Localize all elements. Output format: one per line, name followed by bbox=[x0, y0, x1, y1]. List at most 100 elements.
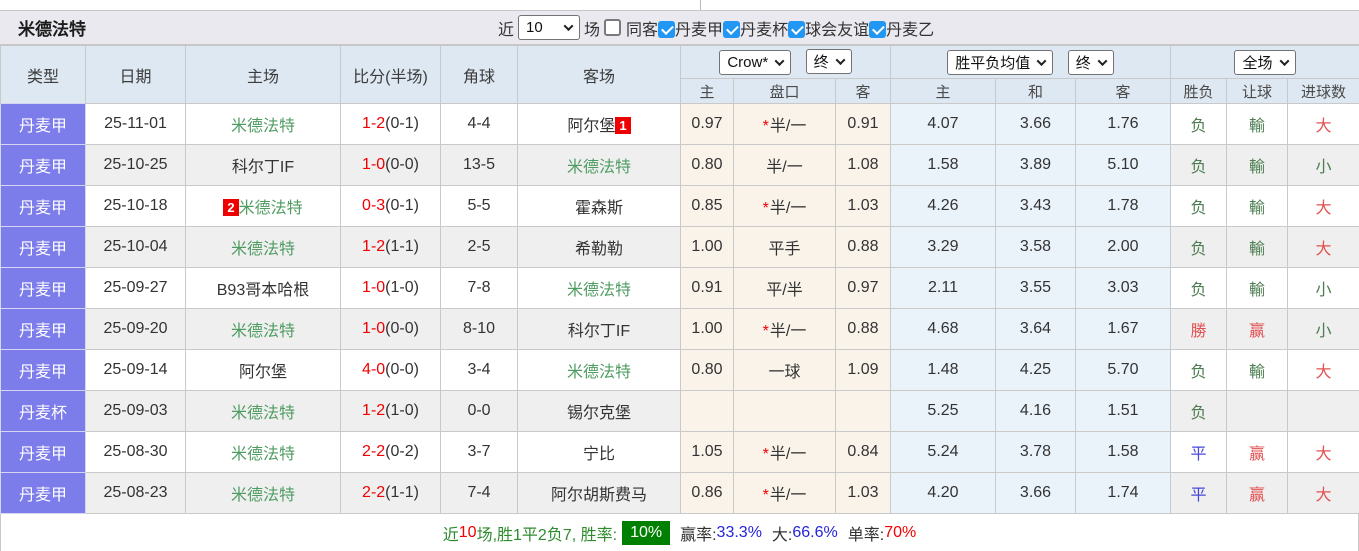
team-name: 希勒勒 bbox=[575, 241, 623, 258]
score-cell: 1-2(1-1) bbox=[341, 227, 441, 268]
result-text: 负 bbox=[1190, 405, 1206, 422]
avg-draw-cell: 4.25 bbox=[996, 350, 1076, 391]
halftime-score: (0-0) bbox=[385, 361, 419, 378]
league-checkbox-1[interactable] bbox=[723, 21, 740, 38]
result-text: 大 bbox=[1315, 241, 1331, 258]
handicap-result-cell: 輸 bbox=[1227, 104, 1288, 145]
result-text: 輸 bbox=[1249, 159, 1265, 176]
scope-select[interactable]: 全场 bbox=[1234, 50, 1295, 75]
goals-cell: 大 bbox=[1288, 104, 1359, 145]
avg-home-cell: 4.07 bbox=[891, 104, 996, 145]
fulltime-score: 2-2 bbox=[362, 484, 385, 501]
result-text: 大 bbox=[1315, 200, 1331, 217]
home-odds-cell: 1.00 bbox=[681, 309, 734, 350]
handicap-result-cell: 輸 bbox=[1227, 145, 1288, 186]
home-team-cell: 米德法特 bbox=[186, 104, 341, 145]
result-text: 负 bbox=[1190, 118, 1206, 135]
result-text: 赢 bbox=[1249, 487, 1265, 504]
win-rate-badge: 10% bbox=[622, 521, 670, 545]
away-team-cell: 锡尔克堡 bbox=[518, 391, 681, 432]
match-count-select[interactable]: 10 bbox=[518, 15, 580, 40]
handicap-cell: 平/半 bbox=[734, 268, 836, 309]
league-label-2: 球会友谊 bbox=[805, 22, 869, 39]
away-team-cell: 宁比 bbox=[518, 432, 681, 473]
result-text: 小 bbox=[1315, 159, 1331, 176]
subheader-avg-home: 主 bbox=[891, 79, 996, 104]
away-team-cell: 米德法特 bbox=[518, 145, 681, 186]
avg-home-cell: 2.11 bbox=[891, 268, 996, 309]
team-name: 米德法特 bbox=[567, 364, 631, 381]
team-title: 米德法特 bbox=[18, 15, 86, 40]
goals-cell bbox=[1288, 391, 1359, 432]
result-cell: 负 bbox=[1171, 145, 1227, 186]
result-text: 輸 bbox=[1249, 241, 1265, 258]
league-checkbox-3[interactable] bbox=[869, 21, 886, 38]
top-strip-divider bbox=[700, 0, 701, 10]
date-cell: 25-10-25 bbox=[86, 145, 186, 186]
away-odds-cell: 0.91 bbox=[836, 104, 891, 145]
subheader-goals: 进球数 bbox=[1288, 79, 1359, 104]
avg-home-cell: 1.58 bbox=[891, 145, 996, 186]
home-team-cell: 米德法特 bbox=[186, 432, 341, 473]
avg-draw-cell: 3.66 bbox=[996, 473, 1076, 514]
fulltime-score: 2-2 bbox=[362, 443, 385, 460]
odds-company-select[interactable]: Crow* bbox=[719, 50, 791, 75]
league-type-cell: 丹麦甲 bbox=[1, 145, 86, 186]
match-row: 丹麦甲25-11-01米德法特1-2(0-1)4-4阿尔堡10.97*半/一0.… bbox=[1, 104, 1359, 145]
result-text: 大 bbox=[1315, 487, 1331, 504]
same-away-label: 同客 bbox=[626, 16, 658, 40]
away-team-cell: 米德法特 bbox=[518, 350, 681, 391]
score-cell: 2-2(0-2) bbox=[341, 432, 441, 473]
fulltime-score: 1-2 bbox=[362, 238, 385, 255]
subheader-handicap-result: 让球 bbox=[1227, 79, 1288, 104]
home-odds-cell: 0.91 bbox=[681, 268, 734, 309]
same-away-checkbox[interactable] bbox=[604, 19, 621, 36]
subheader-result: 胜负 bbox=[1171, 79, 1227, 104]
league-checkbox-2[interactable] bbox=[788, 21, 805, 38]
halftime-score: (0-0) bbox=[385, 156, 419, 173]
goals-cell: 小 bbox=[1288, 309, 1359, 350]
league-type-cell: 丹麦甲 bbox=[1, 309, 86, 350]
home-odds-cell: 0.85 bbox=[681, 186, 734, 227]
corners-cell: 0-0 bbox=[441, 391, 518, 432]
chevron-down-icon bbox=[835, 55, 845, 65]
handicap-result-cell: 輸 bbox=[1227, 268, 1288, 309]
average-stage-select[interactable]: 终 bbox=[1068, 50, 1114, 75]
corners-cell: 5-5 bbox=[441, 186, 518, 227]
team-name: 锡尔克堡 bbox=[567, 405, 631, 422]
avg-away-cell: 3.03 bbox=[1076, 268, 1171, 309]
league-type-cell: 丹麦甲 bbox=[1, 104, 86, 145]
big-label: 大: bbox=[772, 521, 792, 545]
subheader-avg-away: 客 bbox=[1076, 79, 1171, 104]
away-odds-cell: 1.08 bbox=[836, 145, 891, 186]
date-cell: 25-09-27 bbox=[86, 268, 186, 309]
result-cell: 负 bbox=[1171, 350, 1227, 391]
handicap-cell: 半/一 bbox=[734, 145, 836, 186]
odds-stage-select[interactable]: 终 bbox=[806, 49, 852, 74]
result-text: 赢 bbox=[1249, 323, 1265, 340]
profit-value: 33.3% bbox=[717, 524, 762, 542]
handicap-result-cell: 赢 bbox=[1227, 432, 1288, 473]
col-header-away: 客场 bbox=[518, 46, 681, 104]
avg-home-cell: 4.26 bbox=[891, 186, 996, 227]
goals-cell: 小 bbox=[1288, 145, 1359, 186]
away-team-cell: 霍森斯 bbox=[518, 186, 681, 227]
home-team-cell: 阿尔堡 bbox=[186, 350, 341, 391]
handicap-cell: *半/一 bbox=[734, 104, 836, 145]
home-odds-cell: 0.80 bbox=[681, 350, 734, 391]
avg-draw-cell: 3.58 bbox=[996, 227, 1076, 268]
away-odds-cell bbox=[836, 391, 891, 432]
big-value: 66.6% bbox=[792, 524, 837, 542]
result-text: 大 bbox=[1315, 118, 1331, 135]
handicap-star: * bbox=[763, 200, 769, 217]
league-checkbox-0[interactable] bbox=[658, 21, 675, 38]
match-row: 丹麦甲25-10-04米德法特1-2(1-1)2-5希勒勒1.00平手0.883… bbox=[1, 227, 1359, 268]
score-cell: 0-3(0-1) bbox=[341, 186, 441, 227]
average-type-select[interactable]: 胜平负均值 bbox=[947, 50, 1053, 75]
home-odds-cell: 1.00 bbox=[681, 227, 734, 268]
fulltime-score: 0-3 bbox=[362, 197, 385, 214]
near-label: 近 bbox=[498, 16, 514, 40]
home-team-cell: 科尔丁IF bbox=[186, 145, 341, 186]
avg-away-cell: 2.00 bbox=[1076, 227, 1171, 268]
corners-cell: 3-7 bbox=[441, 432, 518, 473]
